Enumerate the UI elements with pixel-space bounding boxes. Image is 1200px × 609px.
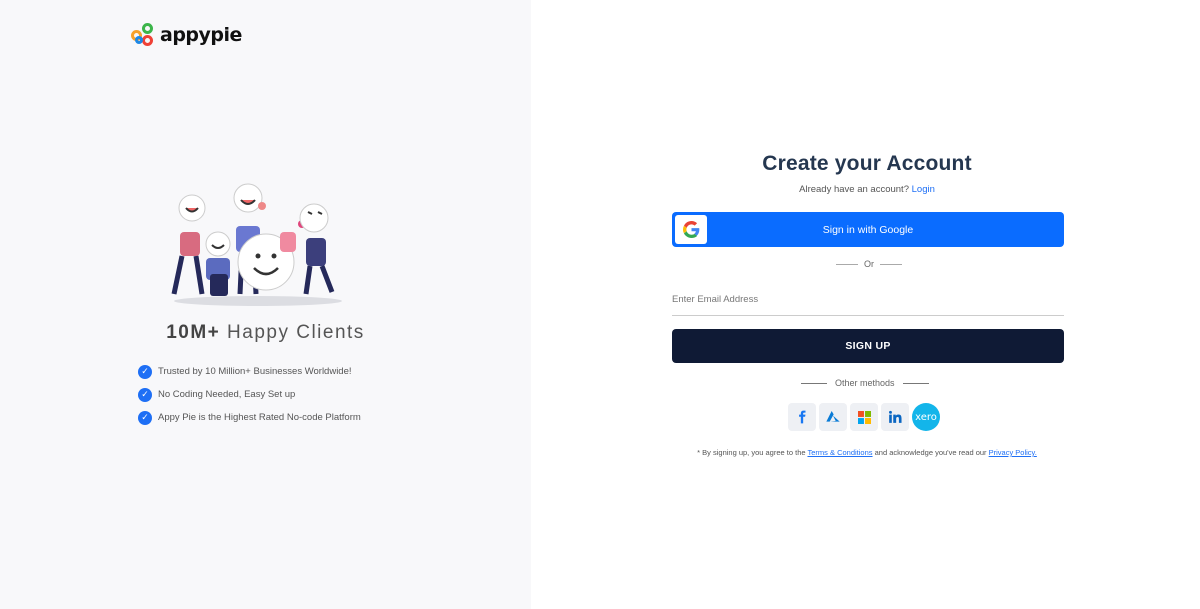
check-icon: ✓	[138, 410, 152, 425]
appypie-logo[interactable]: appypie	[131, 23, 242, 47]
happy-clients-label: Happy Clients	[220, 322, 365, 343]
xero-label: xero	[915, 411, 937, 423]
appypie-logo-icon	[131, 23, 155, 47]
terms-text: * By signing up, you agree to the Terms …	[531, 448, 1200, 457]
already-account-label: Already have an account?	[799, 184, 909, 195]
check-icon: ✓	[138, 364, 152, 379]
happy-clients-illustration	[171, 183, 342, 306]
already-account-text: Already have an account? Login	[531, 184, 1200, 195]
check-icon: ✓	[138, 387, 152, 402]
feature-text: Trusted by 10 Million+ Businesses Worldw…	[158, 366, 352, 377]
azure-icon[interactable]	[819, 403, 847, 431]
google-signin-button[interactable]: Sign in with Google	[672, 212, 1064, 247]
google-icon	[675, 215, 707, 244]
social-login-row: xero	[788, 403, 940, 431]
email-field[interactable]	[672, 283, 1064, 316]
feature-item: ✓ Trusted by 10 Million+ Businesses Worl…	[138, 360, 361, 383]
feature-item: ✓ Appy Pie is the Highest Rated No-code …	[138, 406, 361, 429]
terms-prefix: * By signing up, you agree to the	[697, 448, 808, 457]
signup-panel: Create your Account Already have an acco…	[531, 0, 1200, 609]
feature-list: ✓ Trusted by 10 Million+ Businesses Worl…	[138, 360, 361, 429]
left-panel: appypie 10M+ Happy Clients ✓ Trusted by …	[0, 0, 531, 609]
privacy-link[interactable]: Privacy Policy.	[989, 448, 1037, 457]
feature-item: ✓ No Coding Needed, Easy Set up	[138, 383, 361, 406]
login-link[interactable]: Login	[912, 184, 935, 195]
terms-link[interactable]: Terms & Conditions	[808, 448, 873, 457]
brand-name: appypie	[160, 24, 242, 46]
happy-clients-headline: 10M+ Happy Clients	[0, 322, 531, 344]
google-signin-label: Sign in with Google	[822, 223, 914, 236]
microsoft-icon[interactable]	[850, 403, 878, 431]
feature-text: Appy Pie is the Highest Rated No-code Pl…	[158, 412, 361, 423]
signup-button[interactable]: SIGN UP	[672, 329, 1064, 363]
other-methods-text: Other methods	[835, 378, 895, 388]
happy-clients-count: 10M+	[166, 322, 221, 343]
xero-icon[interactable]: xero	[912, 403, 940, 431]
terms-middle: and acknowledge you've read our	[872, 448, 989, 457]
linkedin-icon[interactable]	[881, 403, 909, 431]
page-title: Create your Account	[762, 152, 972, 175]
or-divider: Or	[836, 259, 902, 269]
feature-text: No Coding Needed, Easy Set up	[158, 389, 296, 400]
other-methods-divider: Other methods	[801, 378, 929, 388]
facebook-icon[interactable]	[788, 403, 816, 431]
or-text: Or	[864, 259, 874, 269]
